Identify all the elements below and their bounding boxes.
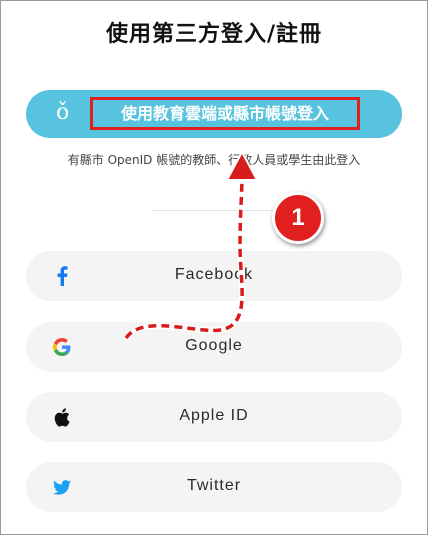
- facebook-login-button[interactable]: Facebook: [26, 251, 402, 301]
- google-label: Google: [185, 337, 243, 354]
- twitter-login-button[interactable]: Twitter: [26, 462, 402, 512]
- openid-login-button[interactable]: ǒ 使用教育雲端或縣市帳號登入: [26, 90, 402, 138]
- openid-icon: ǒ: [56, 100, 70, 125]
- openid-login-label: 使用教育雲端或縣市帳號登入: [90, 97, 360, 130]
- google-login-button[interactable]: Google: [26, 322, 402, 372]
- twitter-label: Twitter: [186, 477, 242, 494]
- step-badge: 1: [272, 192, 324, 244]
- apple-id-label: Apple ID: [179, 407, 249, 424]
- divider: [152, 210, 276, 211]
- page-title: 使用第三方登入/註冊: [105, 22, 323, 47]
- facebook-label: Facebook: [174, 266, 254, 283]
- apple-login-button[interactable]: Apple ID: [26, 392, 402, 442]
- openid-hint-text: 有縣市 OpenID 帳號的教師、行政人員或學生由此登入: [67, 153, 361, 167]
